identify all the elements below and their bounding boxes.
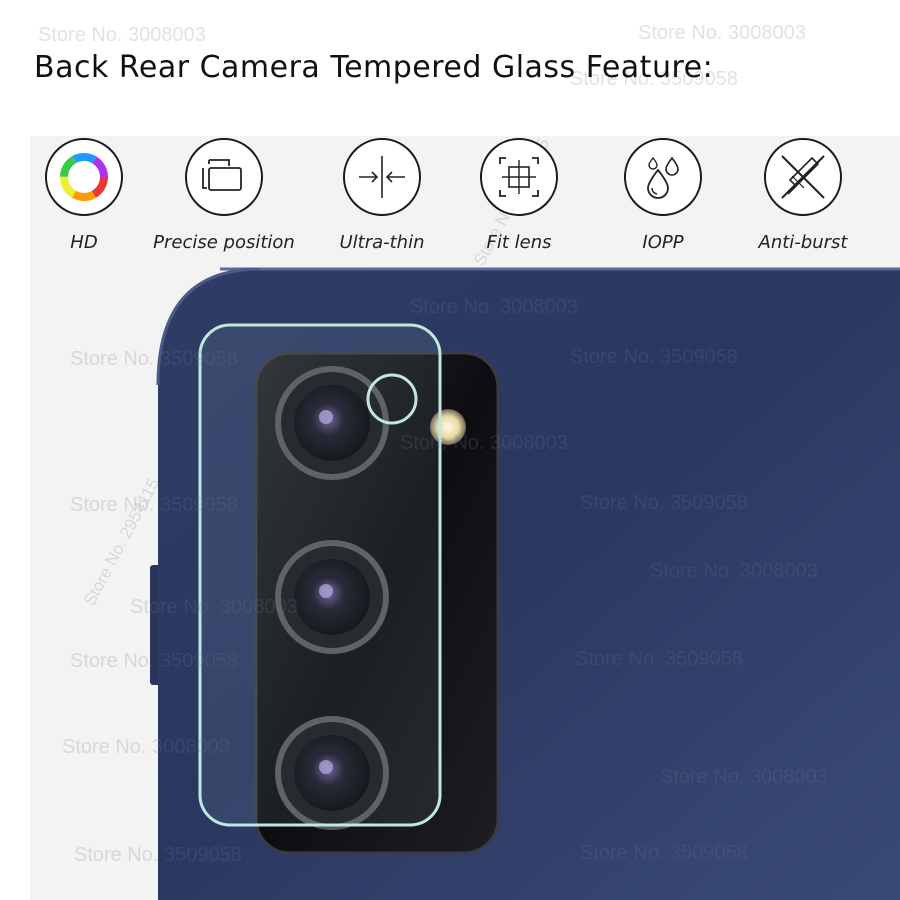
feature-label: Fit lens <box>486 232 552 253</box>
feature-label: Ultra-thin <box>339 232 425 253</box>
feature-label: HD <box>70 232 98 253</box>
anti-burst-icon <box>781 155 825 199</box>
fit-lens-icon <box>499 157 539 197</box>
page-title: Back Rear Camera Tempered Glass Feature: <box>34 50 714 85</box>
precise-position-icon <box>202 159 242 191</box>
color-ring-icon <box>60 153 108 201</box>
ultra-thin-icon <box>359 156 405 198</box>
feature-row: HD Precise position Ultra-thin Fit lens … <box>0 138 900 268</box>
feature-label: IOPP <box>642 232 684 253</box>
feature-fit-lens: Fit lens <box>444 138 594 253</box>
feature-iopp: IOPP <box>588 138 738 253</box>
tempered-glass-outline <box>198 323 442 827</box>
feature-precise-position: Precise position <box>149 138 299 253</box>
watermark: Store No. 3008003 <box>38 24 206 46</box>
watermark: Store No. 3008003 <box>638 22 806 44</box>
water-drops-icon <box>647 156 679 199</box>
phone-camera-photo <box>150 267 900 900</box>
feature-label: Anti-burst <box>758 232 848 253</box>
feature-ultra-thin: Ultra-thin <box>307 138 457 253</box>
feature-anti-burst: Anti-burst <box>728 138 878 253</box>
feature-hd: HD <box>9 138 159 253</box>
feature-label: Precise position <box>153 232 295 253</box>
